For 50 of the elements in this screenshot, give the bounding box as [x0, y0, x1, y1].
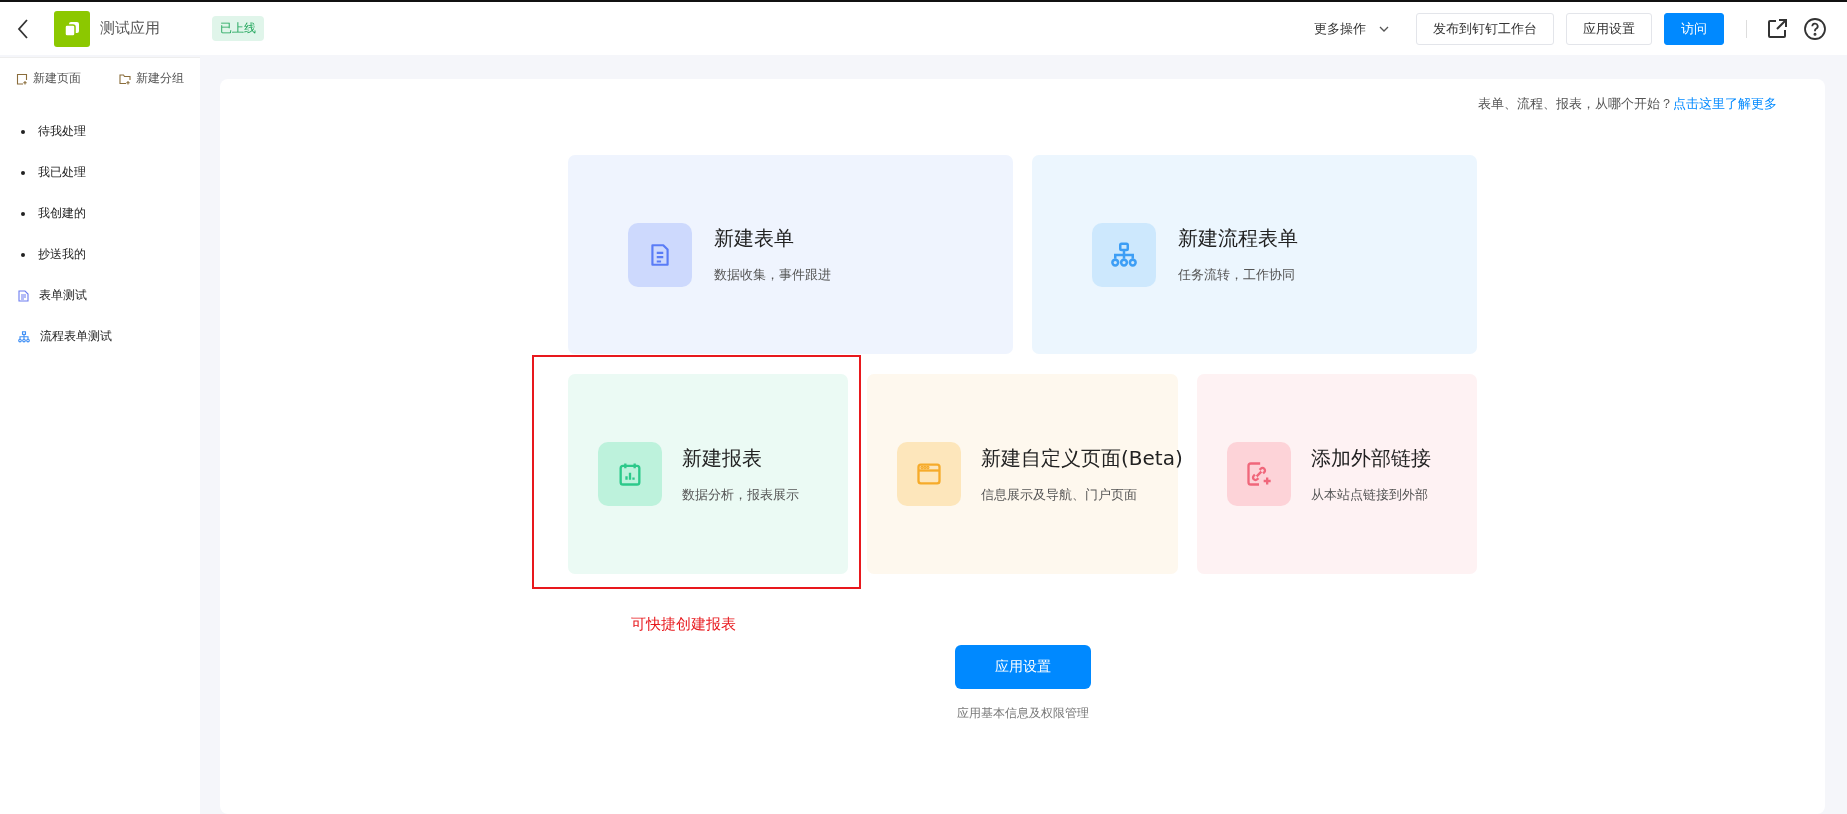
card-subtitle: 信息展示及导航、门户页面	[981, 485, 1138, 504]
bullet-icon	[21, 211, 25, 216]
back-icon[interactable]	[16, 17, 30, 40]
hint-text: 表单、流程、报表，从哪个开始？	[1478, 96, 1673, 111]
document-icon	[18, 289, 29, 302]
sidebar-item[interactable]: 表单测试	[0, 275, 200, 316]
create-card[interactable]: 新建表单 数据收集，事件跟进	[568, 155, 1013, 354]
card-subtitle: 数据分析，报表展示	[682, 485, 799, 504]
create-card[interactable]: 新建流程表单 任务流转，工作协同	[1032, 155, 1477, 354]
sidebar-item-label: 表单测试	[39, 287, 87, 304]
card-title: 新建流程表单	[1178, 225, 1298, 252]
card-title: 新建报表	[682, 444, 763, 472]
sidebar-item[interactable]: 我已处理	[0, 152, 200, 193]
sidebar-item-label: 抄送我的	[38, 246, 86, 263]
sidebar-item-label: 待我处理	[38, 123, 86, 140]
bullet-icon	[21, 252, 25, 257]
sidebar-item-label: 流程表单测试	[40, 328, 112, 345]
help-icon[interactable]	[1803, 16, 1827, 41]
add-page-icon	[16, 72, 28, 85]
status-badge: 已上线	[212, 16, 264, 41]
create-card[interactable]: 新建报表 数据分析，报表展示	[568, 374, 848, 574]
card-subtitle: 任务流转，工作协同	[1178, 266, 1296, 284]
sidebar-action[interactable]: 新建分组	[119, 70, 184, 87]
add-link-icon	[1245, 460, 1273, 488]
hierarchy-icon	[18, 330, 30, 343]
caret-icon	[1378, 24, 1390, 33]
card-subtitle: 数据收集，事件跟进	[714, 266, 831, 284]
sidebar-item[interactable]: 流程表单测试	[0, 316, 200, 357]
external-link-icon[interactable]	[1765, 16, 1789, 41]
create-card[interactable]: 添加外部链接 从本站点链接到外部	[1197, 374, 1477, 574]
sidebar-item[interactable]: 待我处理	[0, 111, 200, 152]
card-title: 新建表单	[714, 225, 795, 252]
settings-caption: 应用基本信息及权限管理	[956, 705, 1089, 722]
header-button[interactable]: 发布到钉钉工作台	[1416, 12, 1554, 45]
sidebar-item-label: 我创建的	[38, 205, 86, 222]
bullet-icon	[21, 129, 25, 134]
add-folder-icon	[119, 72, 131, 85]
annotation-text: 可快捷创建报表	[631, 615, 736, 634]
card-subtitle: 从本站点链接到外部	[1311, 485, 1429, 504]
learn-more-link[interactable]: 点击这里了解更多	[1673, 96, 1777, 111]
sidebar-action[interactable]: 新建页面	[16, 70, 81, 87]
sidebar-item[interactable]: 我创建的	[0, 193, 200, 234]
sidebar-item[interactable]: 抄送我的	[0, 234, 200, 275]
copy-icon	[64, 20, 80, 37]
header-button[interactable]: 应用设置	[1566, 12, 1652, 45]
app-name: 测试应用	[100, 19, 160, 38]
more-actions-dropdown[interactable]: 更多操作	[1314, 19, 1390, 38]
card-title: 添加外部链接	[1311, 444, 1431, 472]
bullet-icon	[21, 170, 25, 175]
sidebar-item-label: 我已处理	[38, 164, 86, 181]
